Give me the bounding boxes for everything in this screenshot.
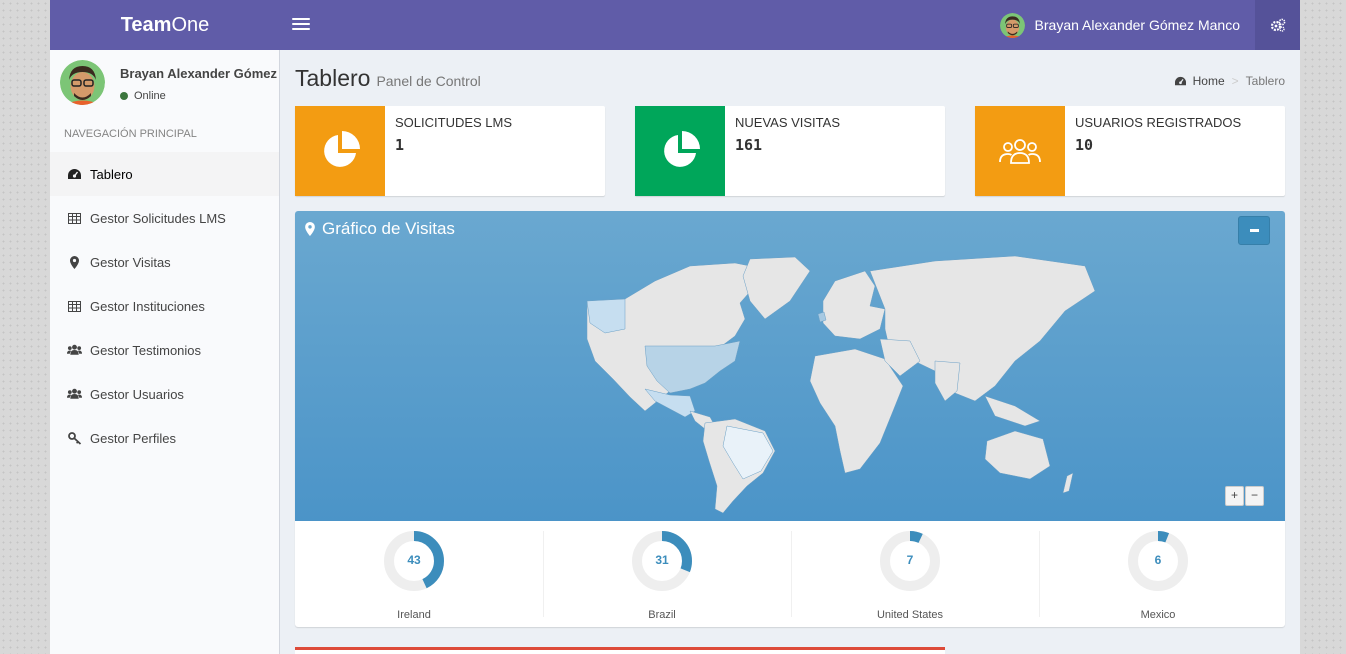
country-label: Brazil (648, 609, 676, 621)
breadcrumb-separator: > (1231, 74, 1239, 88)
donut-value: 43 (407, 553, 421, 567)
sidebar-item-gestor-perfiles[interactable]: Gestor Perfiles (50, 416, 279, 460)
country-label: Mexico (1140, 609, 1176, 621)
map-region-greenland (742, 256, 811, 320)
country-label: United States (876, 609, 944, 621)
map-region-australia (984, 430, 1051, 480)
breadcrumb-current: Tablero (1245, 74, 1285, 88)
pie-chart-icon (295, 106, 385, 196)
dashboard-icon (1174, 76, 1187, 87)
top-user-name: Brayan Alexander Gómez Manco (1034, 17, 1240, 33)
logo-bold: Team (120, 14, 172, 36)
country-stat-brazil: 31 Brazil (543, 531, 792, 621)
online-dot-icon (120, 92, 128, 100)
zoom-out-button[interactable]: − (1245, 486, 1264, 506)
donut-value: 6 (1154, 553, 1162, 567)
app-logo[interactable]: TeamOne (50, 0, 280, 50)
page-title: Tablero Panel de Control (295, 65, 481, 92)
map-region-southeast-asia (984, 395, 1041, 427)
table-icon (67, 299, 82, 313)
user-menu[interactable]: Brayan Alexander Gómez Manco (999, 0, 1240, 50)
top-navbar: TeamOne Brayan Alexander Gómez Manco (50, 0, 1300, 50)
gears-icon[interactable] (1255, 0, 1300, 50)
visits-map-box: Gráfico de Visitas + − 43 Ireland 31 Bra… (295, 211, 1285, 627)
info-box-label: SOLICITUDES LMS (395, 115, 513, 130)
sidebar-item-label: Gestor Testimonios (90, 342, 202, 358)
status-badge: Online (120, 90, 166, 102)
pie-chart-icon (635, 106, 725, 196)
status-text: Online (134, 90, 166, 102)
users-icon (67, 387, 82, 401)
sidebar-item-gestor-instituciones[interactable]: Gestor Instituciones (50, 284, 279, 328)
country-stat-mexico: 6 Mexico (1039, 531, 1285, 621)
info-box-value: 10 (1075, 136, 1094, 154)
info-box-visitas: NUEVAS VISITAS 161 (635, 106, 945, 196)
map-marker-icon (67, 255, 82, 269)
map-region-new-zealand (1062, 472, 1074, 494)
sidebar-item-gestor-visitas[interactable]: Gestor Visitas (50, 240, 279, 284)
breadcrumb-home[interactable]: Home (1193, 74, 1225, 88)
world-map-graphic (586, 255, 1096, 514)
country-stat-ireland: 43 Ireland (295, 531, 544, 621)
dashboard-icon (67, 167, 82, 181)
sidebar-item-label: Gestor Instituciones (90, 298, 205, 314)
info-box-value: 1 (395, 136, 405, 154)
info-box-usuarios: USUARIOS REGISTRADOS 10 (975, 106, 1285, 196)
sidebar-item-tablero[interactable]: Tablero (50, 152, 279, 196)
avatar (60, 60, 105, 105)
breadcrumb: Home > Tablero (1174, 74, 1285, 88)
avatar (999, 12, 1025, 38)
table-icon (67, 211, 82, 225)
sidebar-item-gestor-usuarios[interactable]: Gestor Usuarios (50, 372, 279, 416)
country-label: Ireland (397, 609, 431, 621)
info-box-label: USUARIOS REGISTRADOS (1075, 115, 1242, 130)
sidebar-item-label: Gestor Visitas (90, 254, 171, 270)
sidebar-item-label: Gestor Usuarios (90, 386, 184, 402)
sidebar-item-label: Gestor Perfiles (90, 430, 176, 446)
page-title-text: Tablero (295, 65, 371, 91)
user-panel: Brayan Alexander Gómez Manco Online (60, 60, 279, 106)
sidebar-item-gestor-testimonios[interactable]: Gestor Testimonios (50, 328, 279, 372)
sidebar-item-gestor-solicitudes-lms[interactable]: Gestor Solicitudes LMS (50, 196, 279, 240)
sidebar-item-label: Gestor Solicitudes LMS (90, 210, 226, 226)
donut-value: 31 (655, 553, 669, 567)
country-stats: 43 Ireland 31 Brazil 7 United States 6 M… (295, 521, 1285, 627)
sidebar-item-label: Tablero (90, 166, 133, 182)
info-box-label: NUEVAS VISITAS (735, 115, 840, 130)
info-box-value: 161 (735, 136, 763, 154)
info-box-solicitudes: SOLICITUDES LMS 1 (295, 106, 605, 196)
map-region-asia (869, 255, 1096, 402)
nav-header: NAVEGACIÓN PRINCIPAL (64, 128, 197, 140)
map-region-india (934, 360, 961, 402)
map-region-africa (809, 348, 904, 474)
app-window: TeamOne Brayan Alexander Gómez Manco Bra… (50, 0, 1300, 654)
sidebar: Brayan Alexander Gómez Manco Online NAVE… (50, 50, 280, 654)
country-stat-united-states: 7 United States (791, 531, 1040, 621)
donut-value: 7 (906, 553, 914, 567)
zoom-in-button[interactable]: + (1225, 486, 1244, 506)
key-icon (67, 431, 82, 445)
main-content: Tablero Panel de Control Home > Tablero S… (280, 50, 1300, 654)
sidebar-user-name: Brayan Alexander Gómez Manco (120, 66, 279, 81)
page-subtitle: Panel de Control (376, 73, 481, 89)
users-icon (67, 343, 82, 357)
next-box-danger (295, 647, 945, 654)
world-map[interactable]: Gráfico de Visitas + − (295, 211, 1285, 521)
bars-icon[interactable] (292, 15, 310, 35)
logo-rest: One (171, 14, 210, 36)
users-icon (975, 106, 1065, 196)
sidebar-menu: Tablero Gestor Solicitudes LMS Gestor Vi… (50, 152, 279, 460)
